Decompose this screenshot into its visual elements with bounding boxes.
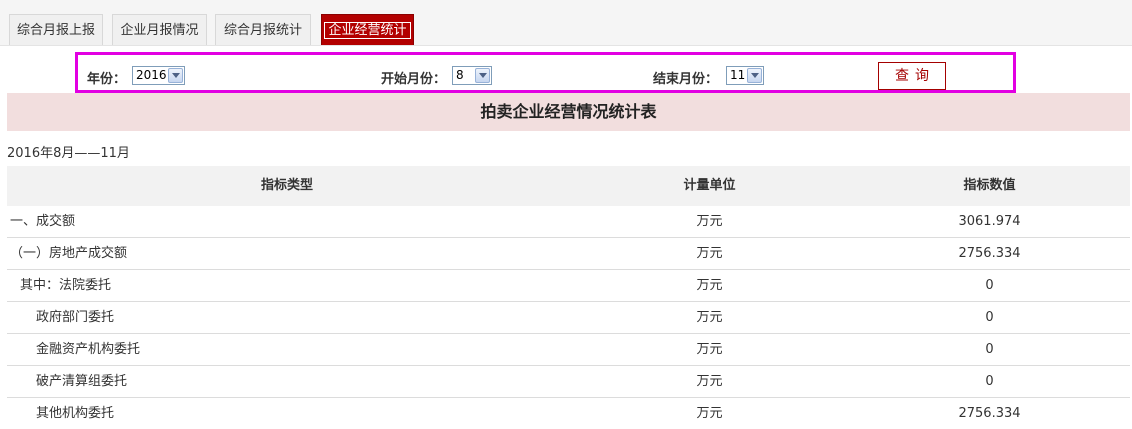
table-row: 政府部门委托 万元 0 [7,302,1130,334]
tab-enterprise-operation-stats[interactable]: 企业经营统计 [321,14,414,45]
row-name: 其他机构委托 [36,406,115,421]
end-month-label: 结束月份： [653,72,719,87]
year-select[interactable]: 2016 [132,66,185,85]
date-range: 2016年8月——11月 [7,146,130,161]
row-name: 破产清算组委托 [36,374,128,389]
year-select-value: 2016 [136,68,167,82]
tab-bar: 综合月报上报 企业月报情况 综合月报统计 企业经营统计 [0,0,1132,46]
tab-label: 企业月报情况 [120,23,199,38]
table-row: 其中：法院委托 万元 0 [7,270,1130,302]
tab-label: 企业经营统计 [324,22,411,39]
row-value: 0 [985,310,994,325]
row-value: 2756.334 [958,246,1021,261]
report-title: 拍卖企业经营情况统计表 [7,93,1130,131]
row-name: （一）房地产成交额 [10,246,128,261]
row-unit: 万元 [696,246,723,261]
tab-monthly-report-stats[interactable]: 综合月报统计 [215,14,311,45]
filter-bar: 年份： 2016 开始月份： 8 结束月份： 11 查询 [75,52,1016,93]
row-value: 2756.334 [958,406,1021,421]
chevron-down-icon [747,68,762,83]
row-value: 0 [985,374,994,389]
header-value: 指标数值 [963,178,1016,193]
table-row: 其他机构委托 万元 2756.334 [7,398,1130,429]
chevron-down-icon [475,68,490,83]
row-unit: 万元 [696,214,723,229]
header-indicator-type: 指标类型 [260,178,313,193]
row-name: 金融资产机构委托 [36,342,141,357]
table-row: 一、成交额 万元 3061.974 [7,206,1130,238]
query-button[interactable]: 查询 [878,62,946,90]
table-row: （一）房地产成交额 万元 2756.334 [7,238,1130,270]
row-unit: 万元 [696,342,723,357]
start-month-label: 开始月份： [381,72,447,87]
end-month-select-value: 11 [730,68,746,82]
header-unit: 计量单位 [683,178,736,193]
year-label: 年份： [87,72,127,87]
end-month-select[interactable]: 11 [726,66,764,85]
row-name: 其中：法院委托 [20,278,112,293]
start-month-select-value: 8 [456,68,464,82]
tab-enterprise-monthly-status[interactable]: 企业月报情况 [112,14,207,45]
row-name: 一、成交额 [10,214,76,229]
row-unit: 万元 [696,310,723,325]
chevron-down-icon [168,68,183,83]
start-month-select[interactable]: 8 [452,66,492,85]
table-row: 金融资产机构委托 万元 0 [7,334,1130,366]
row-value: 0 [985,342,994,357]
row-unit: 万元 [696,278,723,293]
tab-label: 综合月报统计 [223,23,302,38]
table-row: 破产清算组委托 万元 0 [7,366,1130,398]
row-unit: 万元 [696,374,723,389]
tab-monthly-report-submit[interactable]: 综合月报上报 [9,14,103,45]
table-header: 指标类型 计量单位 指标数值 [7,166,1130,206]
row-unit: 万元 [696,406,723,421]
row-value: 0 [985,278,994,293]
tab-label: 综合月报上报 [16,23,95,38]
row-value: 3061.974 [958,214,1021,229]
row-name: 政府部门委托 [36,310,115,325]
